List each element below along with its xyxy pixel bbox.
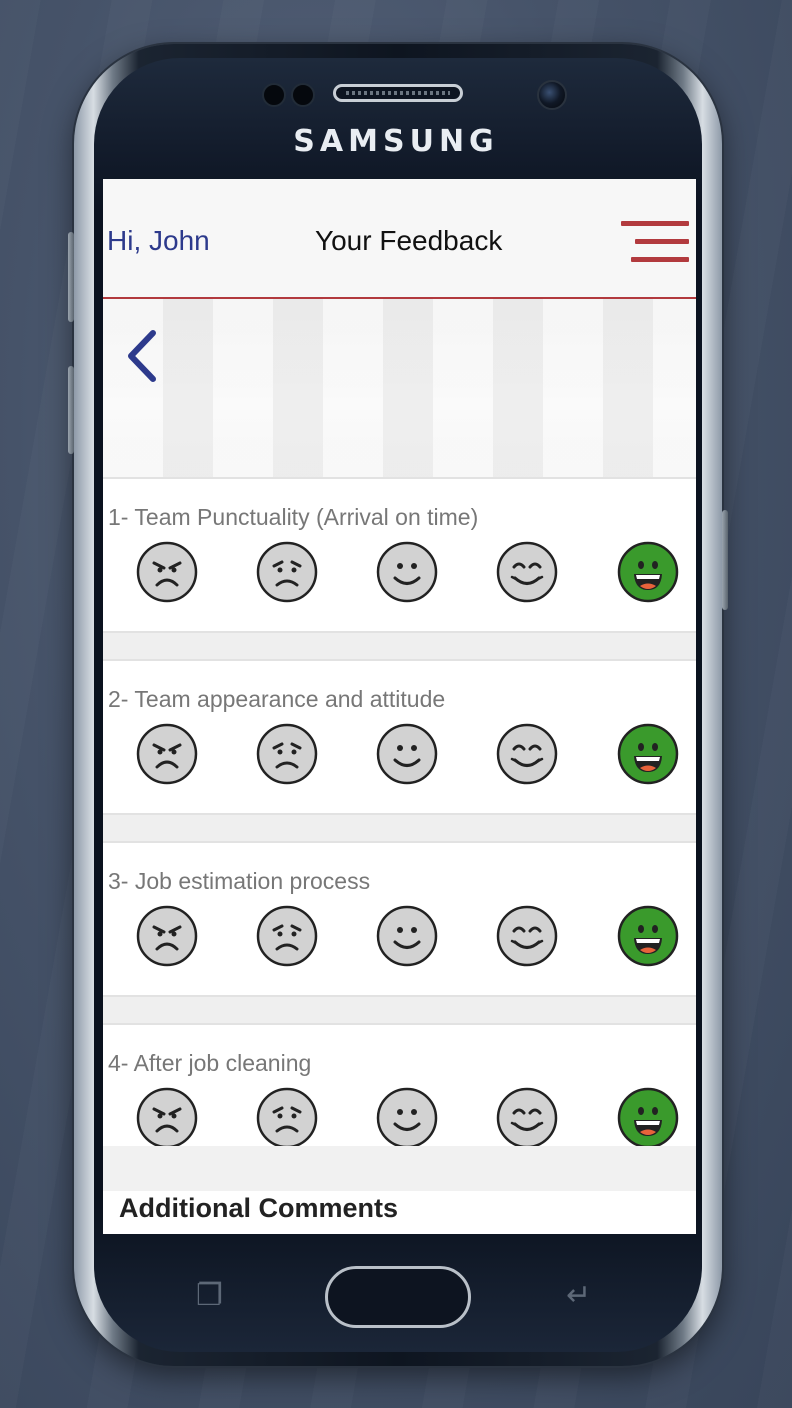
home-button [325, 1266, 471, 1328]
rating-options [136, 541, 681, 603]
face-happy-icon[interactable] [496, 905, 558, 967]
card-separator [103, 633, 696, 659]
volume-down-button [68, 366, 74, 454]
face-happy-icon[interactable] [496, 723, 558, 785]
sensor-dot [291, 83, 315, 107]
rating-options [136, 723, 681, 785]
face-very-happy-icon[interactable] [617, 905, 679, 967]
face-angry-icon[interactable] [136, 541, 198, 603]
question-label: 4- After job cleaning [108, 1050, 312, 1076]
face-neutral-icon[interactable] [376, 905, 438, 967]
comments-heading: Additional Comments [119, 1193, 399, 1223]
front-camera [537, 80, 567, 110]
card-separator [103, 815, 696, 841]
face-very-happy-icon[interactable] [617, 723, 679, 785]
volume-up-button [68, 232, 74, 322]
question-label: 2- Team appearance and attitude [108, 686, 446, 712]
back-nav-icon: ↵ [566, 1279, 592, 1312]
question-card: 2- Team appearance and attitude [103, 659, 696, 815]
face-very-happy-icon[interactable] [617, 1087, 679, 1149]
question-label: 3- Job estimation process [108, 868, 371, 894]
face-happy-icon[interactable] [496, 541, 558, 603]
greeting: Hi, John [107, 225, 210, 256]
chevron-left-icon[interactable] [123, 329, 163, 383]
app-screen: Hi, John Your Feedback 1- Team Punctuali… [103, 179, 696, 1234]
face-neutral-icon[interactable] [376, 1087, 438, 1149]
app-header: Hi, John Your Feedback [103, 179, 696, 299]
question-card: 1- Team Punctuality (Arrival on time) [103, 477, 696, 633]
earpiece-speaker [333, 84, 463, 102]
sensor-dot [262, 83, 286, 107]
additional-comments-section: Additional Comments [103, 1191, 696, 1234]
face-neutral-icon[interactable] [376, 723, 438, 785]
question-label: 1- Team Punctuality (Arrival on time) [108, 504, 479, 530]
face-angry-icon[interactable] [136, 905, 198, 967]
face-neutral-icon[interactable] [376, 541, 438, 603]
rating-options [136, 905, 681, 967]
face-sad-icon[interactable] [256, 1087, 318, 1149]
face-sad-icon[interactable] [256, 541, 318, 603]
device-brand: SAMSUNG [293, 124, 499, 159]
power-button [722, 510, 728, 610]
banner [103, 299, 696, 477]
face-sad-icon[interactable] [256, 723, 318, 785]
face-happy-icon[interactable] [496, 1087, 558, 1149]
scroll-cutoff [103, 1146, 696, 1191]
face-angry-icon[interactable] [136, 1087, 198, 1149]
page-title: Your Feedback [315, 225, 503, 256]
card-separator [103, 997, 696, 1023]
recent-apps-icon: ❐ [196, 1279, 223, 1312]
hamburger-menu-icon[interactable] [621, 221, 693, 263]
rating-options [136, 1087, 681, 1149]
face-very-happy-icon[interactable] [617, 541, 679, 603]
face-angry-icon[interactable] [136, 723, 198, 785]
question-card: 3- Job estimation process [103, 841, 696, 997]
face-sad-icon[interactable] [256, 905, 318, 967]
